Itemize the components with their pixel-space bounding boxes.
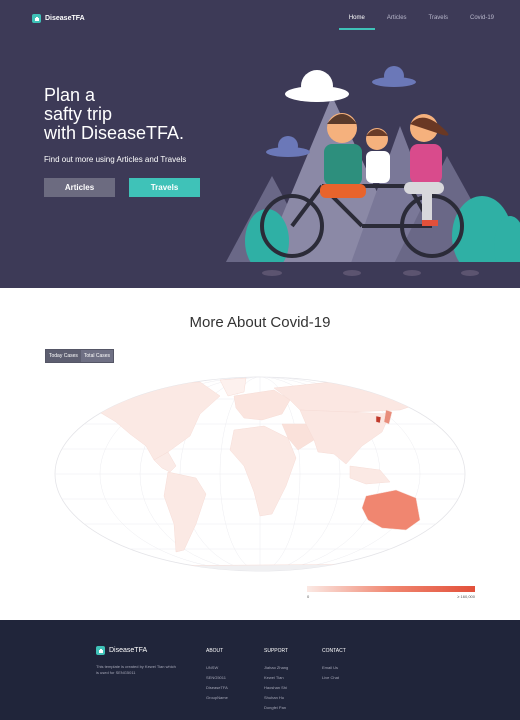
footer-link[interactable]: Dongfei Pan <box>264 703 288 713</box>
top-nav: Home Articles Travels Covid-19 <box>338 14 498 30</box>
brand-name: DiseaseTFA <box>45 15 85 22</box>
footer-link[interactable]: SENG5011 <box>206 673 228 683</box>
footer-col-title: CONTACT <box>322 648 346 654</box>
legend-max-label: ≥ 160,000 <box>457 594 475 599</box>
footer-description: This template is created by Kewei Tian w… <box>96 664 176 675</box>
cloud-icon <box>285 70 349 102</box>
today-cases-button[interactable]: Today Cases <box>46 350 81 362</box>
footer-link[interactable]: Shuhan Hu <box>264 693 288 703</box>
travels-button[interactable]: Travels <box>129 178 200 197</box>
footer-col-about: ABOUT UNSW SENG5011 DiseaseTFA GroupName <box>206 648 228 703</box>
footer-link[interactable]: DiseaseTFA <box>206 683 228 693</box>
footer-col-support: SUPPORT Jiahao Zhang Kewei Tian Haoshan … <box>264 648 288 713</box>
articles-button[interactable]: Articles <box>44 178 115 197</box>
world-map[interactable] <box>50 374 470 574</box>
footer-col-title: SUPPORT <box>264 648 289 654</box>
footer-col-title: ABOUT <box>206 648 224 654</box>
legend-color-scale <box>307 586 475 592</box>
nav-covid[interactable]: Covid-19 <box>466 14 498 30</box>
footer-brand-name: DiseaseTFA <box>109 647 148 654</box>
cases-toggle: Today Cases Total Cases <box>45 349 115 363</box>
nav-home[interactable]: Home <box>338 14 375 30</box>
nav-home-label: Home <box>348 15 365 21</box>
covid-section: More About Covid-19 Today Cases Total Ca… <box>0 288 520 620</box>
footer-link[interactable]: Live Chat <box>322 673 346 683</box>
region-antarctica <box>89 563 431 571</box>
hero-section: DiseaseTFA Home Articles Travels Covid-1… <box>0 0 520 288</box>
covid-section-title: More About Covid-19 <box>189 314 331 331</box>
footer-col-contact: CONTACT Email Us Live Chat <box>322 648 346 683</box>
footer-link[interactable]: UNSW <box>206 663 228 673</box>
nav-active-indicator <box>338 28 375 30</box>
total-cases-button[interactable]: Total Cases <box>80 350 114 362</box>
nav-articles-label: Articles <box>386 15 407 21</box>
hero-subtitle: Find out more using Articles and Travels <box>44 155 187 164</box>
footer-logo-icon <box>96 646 105 655</box>
footer-link[interactable]: GroupName <box>206 693 228 703</box>
region-south-korea[interactable] <box>375 415 382 424</box>
footer-link[interactable]: Kewei Tian <box>264 673 288 683</box>
brand[interactable]: DiseaseTFA <box>32 14 85 23</box>
brand-logo-icon <box>32 14 41 23</box>
nav-covid-label: Covid-19 <box>469 15 494 21</box>
legend-min-label: 0 <box>307 594 310 599</box>
map-legend: 0 ≥ 160,000 <box>307 586 475 599</box>
footer-link[interactable]: Email Us <box>322 663 346 673</box>
footer-link[interactable]: Jiahao Zhang <box>264 663 288 673</box>
footer-brand[interactable]: DiseaseTFA <box>96 646 147 655</box>
nav-articles[interactable]: Articles <box>383 14 411 30</box>
family-bike-illustration <box>212 66 520 288</box>
footer: DiseaseTFA This template is created by K… <box>0 620 520 720</box>
nav-travels-label: Travels <box>428 15 448 21</box>
footer-link[interactable]: Haoshan Shi <box>264 683 288 693</box>
nav-travels[interactable]: Travels <box>425 14 452 30</box>
